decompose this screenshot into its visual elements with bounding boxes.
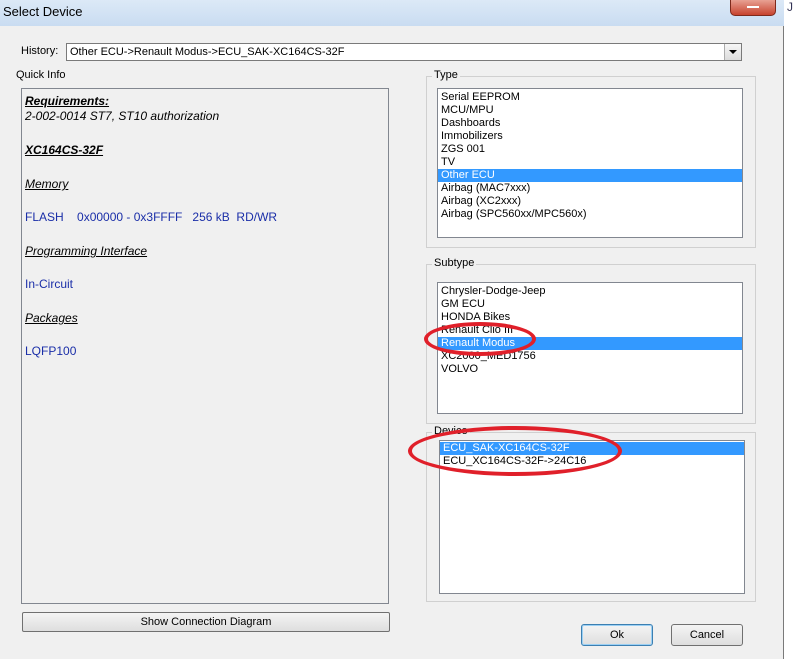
title-bar[interactable]: Select Device: [0, 0, 784, 26]
history-value: Other ECU->Renault Modus->ECU_SAK-XC164C…: [70, 46, 345, 58]
ok-button[interactable]: Ok: [581, 624, 653, 646]
type-list-item[interactable]: Serial EEPROM: [438, 91, 742, 104]
packages-heading: Packages: [25, 311, 78, 325]
subtype-list-item[interactable]: Chrysler-Dodge-Jeep: [438, 285, 742, 298]
close-button[interactable]: [730, 0, 776, 16]
type-list-item[interactable]: Airbag (XC2xxx): [438, 195, 742, 208]
close-icon: [747, 6, 759, 8]
type-list-item[interactable]: Other ECU: [438, 169, 742, 182]
type-list-item[interactable]: Airbag (MAC7xxx): [438, 182, 742, 195]
quick-info-label: Quick Info: [16, 69, 66, 81]
quick-info-panel: Requirements: 2-002-0014 ST7, ST10 autho…: [21, 88, 389, 604]
chevron-down-icon[interactable]: [724, 44, 741, 60]
history-label: History:: [21, 45, 59, 57]
requirements-text: 2-002-0014 ST7, ST10 authorization: [25, 109, 220, 123]
history-dropdown[interactable]: Other ECU->Renault Modus->ECU_SAK-XC164C…: [66, 43, 742, 61]
interface-heading: Programming Interface: [25, 244, 148, 258]
show-connection-diagram-button[interactable]: Show Connection Diagram: [22, 612, 390, 632]
type-list-item[interactable]: TV: [438, 156, 742, 169]
dialog-body: History: Other ECU->Renault Modus->ECU_S…: [6, 30, 776, 655]
subtype-list-item[interactable]: VOLVO: [438, 363, 742, 376]
packages-value: LQFP100: [25, 344, 77, 358]
device-heading: XC164CS-32F: [25, 143, 104, 157]
highlight-ring-subtype: [424, 322, 536, 356]
window-title: Select Device: [3, 4, 83, 19]
requirements-heading: Requirements:: [25, 94, 110, 108]
type-list-item[interactable]: Dashboards: [438, 117, 742, 130]
highlight-ring-device: [408, 426, 622, 476]
type-listbox[interactable]: Serial EEPROM MCU/MPU Dashboards Immobilize…: [437, 88, 743, 238]
memory-heading: Memory: [25, 177, 69, 191]
interface-value: In-Circuit: [25, 277, 74, 291]
cancel-button[interactable]: Cancel: [671, 624, 743, 646]
corner-mark: J: [787, 0, 793, 14]
subtype-list-item[interactable]: GM ECU: [438, 298, 742, 311]
type-list-item[interactable]: MCU/MPU: [438, 104, 742, 117]
type-label: Type: [432, 69, 460, 81]
select-device-dialog: Select Device History: Other ECU->Renaul…: [0, 0, 784, 659]
type-list-item[interactable]: ZGS 001: [438, 143, 742, 156]
type-list-item[interactable]: Immobilizers: [438, 130, 742, 143]
type-list-item[interactable]: Airbag (SPC560xx/MPC560x): [438, 208, 742, 221]
memory-value: FLASH 0x00000 - 0x3FFFF 256 kB RD/WR: [25, 210, 278, 224]
subtype-label: Subtype: [432, 257, 477, 269]
